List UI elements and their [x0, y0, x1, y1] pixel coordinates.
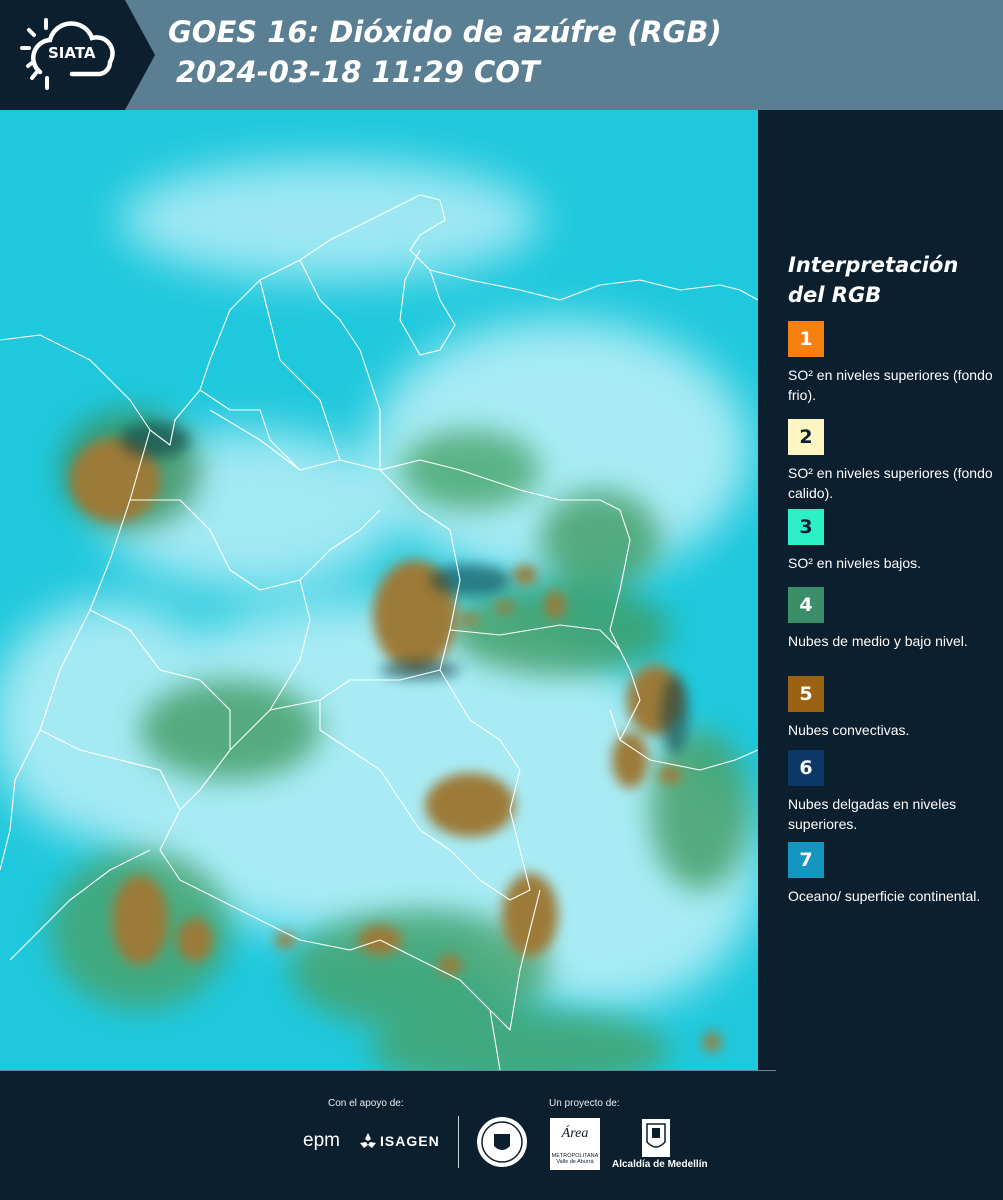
legend-item-label: Oceano/ superficie continental. — [788, 888, 981, 904]
legend-item-label: Nubes de medio y bajo nivel. — [788, 633, 968, 649]
legend-item-label: SO² en niveles superiores (fondo frio). — [788, 367, 993, 403]
legend-item: 2 SO² en niveles superiores (fondo calid… — [788, 419, 998, 503]
legend-swatch: 4 — [788, 587, 824, 623]
satellite-map — [0, 110, 758, 1070]
legend-item: 5 Nubes convectivas. — [788, 676, 998, 740]
area-logo-line: Valle de Aburrá — [556, 1159, 594, 1165]
legend-item-label: SO² en niveles superiores (fondo calido)… — [788, 465, 993, 501]
legend-swatch: 5 — [788, 676, 824, 712]
legend-swatch: 6 — [788, 750, 824, 786]
alcaldia-logo-text: Alcaldía de Medellín — [612, 1159, 708, 1170]
epm-logo: epm — [303, 1130, 340, 1151]
support-label: Con el apoyo de: — [328, 1098, 404, 1109]
legend-item-label: Nubes delgadas en niveles superiores. — [788, 796, 957, 832]
legend-item: 1 SO² en niveles superiores (fondo frio)… — [788, 321, 998, 405]
legend-swatch: 3 — [788, 509, 824, 545]
area-logo-script: Área — [561, 1126, 589, 1141]
legend-swatch: 7 — [788, 842, 824, 878]
legend-item-label: SO² en niveles bajos. — [788, 555, 922, 571]
page-title: GOES 16: Dióxido de azúfre (RGB) — [168, 15, 722, 49]
footer: Con el apoyo de: Un proyecto de: epm ISA… — [0, 1070, 1003, 1200]
page-timestamp: 2024-03-18 11:29 COT — [176, 55, 540, 89]
legend-panel: Interpretación del RGB 1 SO² en niveles … — [758, 110, 1003, 1070]
satellite-image — [0, 110, 758, 1070]
legend-item: 7 Oceano/ superficie continental. — [788, 842, 998, 906]
siata-logo-text: SIATA — [48, 44, 96, 62]
legend-item-label: Nubes convectivas. — [788, 722, 910, 738]
area-logo-text: METROPOLITANA Valle de Aburrá — [551, 1153, 599, 1165]
project-label: Un proyecto de: — [549, 1098, 620, 1109]
alcaldia-shield-icon — [642, 1119, 670, 1157]
header-bar: SIATA GOES 16: Dióxido de azúfre (RGB) 2… — [0, 0, 1003, 110]
medellin-seal-icon — [477, 1117, 527, 1167]
isagen-logo-icon — [360, 1133, 376, 1148]
footer-divider — [0, 1070, 776, 1071]
legend-title: Interpretación del RGB — [788, 253, 959, 307]
legend-item: 4 Nubes de medio y bajo nivel. — [788, 587, 998, 651]
page: SIATA GOES 16: Dióxido de azúfre (RGB) 2… — [0, 0, 1003, 1200]
legend-swatch: 1 — [788, 321, 824, 357]
footer-separator — [458, 1116, 459, 1168]
isagen-logo: ISAGEN — [380, 1133, 440, 1149]
legend-item: 3 SO² en niveles bajos. — [788, 509, 998, 573]
legend-item: 6 Nubes delgadas en niveles superiores. — [788, 750, 998, 834]
legend-swatch: 2 — [788, 419, 824, 455]
